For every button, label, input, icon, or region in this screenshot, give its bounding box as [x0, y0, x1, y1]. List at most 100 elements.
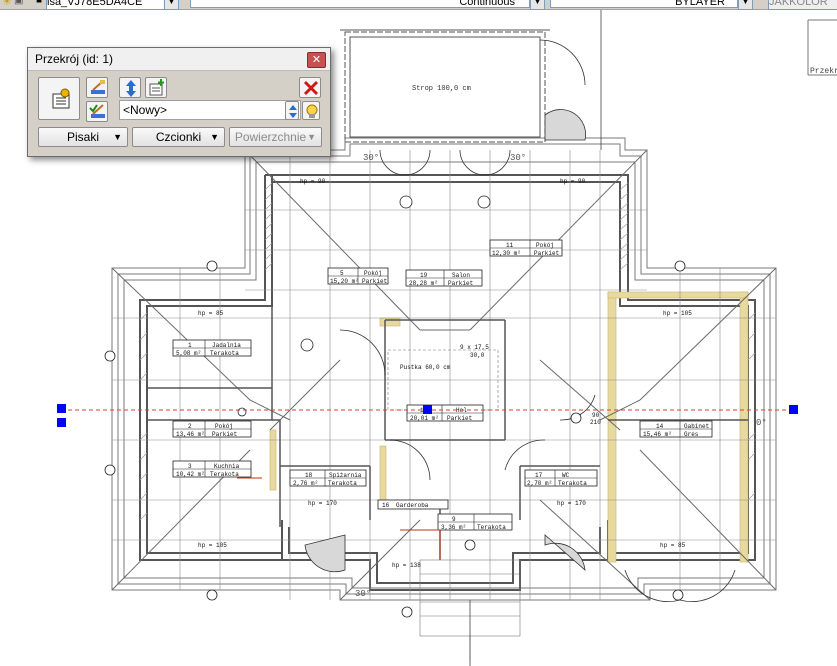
- layer2-value: BYLAYER: [675, 0, 725, 8]
- room-19-name: Salon: [452, 272, 470, 279]
- layer-field[interactable]: isa_VJ78E5DA4CE: [46, 0, 166, 10]
- surfaces-label: Powierzchnie: [234, 130, 307, 144]
- hp-label-mid1: hp = 170: [308, 500, 337, 507]
- section-name-combo[interactable]: <Nowy>: [119, 100, 301, 120]
- room-11-area: 12,30 m²: [492, 250, 521, 257]
- room-11-num: 11: [506, 242, 514, 249]
- linetype-field[interactable]: Continuous: [190, 0, 530, 8]
- lightbulb-icon: [306, 104, 318, 118]
- fonts-label: Czcionki: [155, 130, 202, 144]
- room-18-name: Spiżarnia: [329, 472, 362, 479]
- room-3-floor: Terakota: [210, 471, 239, 478]
- add-section-button[interactable]: [145, 77, 167, 98]
- neighbour-view-label: Przekr: [810, 67, 837, 76]
- linetype-dropdown-button[interactable]: ▼: [530, 0, 545, 10]
- top-toolbar: ☀ ▣ ■ isa_VJ78E5DA4CE ▼ Continuous ▼ BYL…: [0, 0, 837, 10]
- layer-icon[interactable]: ▣: [14, 0, 23, 6]
- section-panel-title: Przekrój (id: 1): [35, 52, 114, 66]
- layer-dropdown-button[interactable]: ▼: [164, 0, 179, 10]
- hp-label-bottom: hp = 138: [392, 562, 421, 569]
- room-hol-area: 20,01 m²: [410, 415, 439, 422]
- room-18-area: 2,76 m²: [293, 480, 318, 487]
- move-up-down-button[interactable]: [119, 77, 141, 98]
- grip-right[interactable]: [789, 405, 798, 414]
- room-14-name: Gabinet: [684, 423, 709, 430]
- grip-left-top[interactable]: [57, 404, 66, 413]
- layer2-field[interactable]: BYLAYER: [550, 0, 738, 8]
- stairs-label-2: 30,0: [470, 352, 485, 359]
- surfaces-dropdown[interactable]: Powierzchnie ▼: [229, 127, 322, 147]
- roof-hips: [111, 149, 777, 601]
- room-tag-boxes: [172, 239, 713, 531]
- room-3-num: 3: [188, 463, 192, 470]
- hp-label-br: hp = 85: [660, 542, 686, 549]
- room-1-floor: Terakota: [210, 350, 239, 357]
- hp-label-right: hp = 105: [663, 310, 692, 317]
- room-9-floor: Terakota: [477, 524, 506, 531]
- stairs-label: 9 x 17,5: [460, 344, 489, 351]
- section-settings-icon: [52, 88, 70, 109]
- room-1-area: 5,08 m²: [176, 350, 201, 357]
- sun-icon[interactable]: ☀: [2, 0, 12, 8]
- layer3-field[interactable]: JAKKOLOR: [768, 0, 837, 10]
- door-dim-1: 90: [592, 412, 600, 419]
- room-19-area: 28,28 m²: [409, 280, 438, 287]
- layer-color-icon[interactable]: ■: [36, 0, 42, 6]
- brush-icon: [91, 80, 105, 94]
- section-panel-titlebar[interactable]: Przekrój (id: 1) ✕: [28, 48, 330, 71]
- fonts-chevron-icon: ▼: [210, 132, 219, 142]
- room-5-name: Pokój: [364, 270, 382, 277]
- room-11-floor: Parkiet: [534, 250, 559, 257]
- angle-tl: 30°: [363, 153, 379, 163]
- brush-check-icon: [89, 104, 105, 118]
- delete-icon: [303, 80, 319, 96]
- door-dim-2: 210: [590, 419, 601, 426]
- room-3-area: 10,42 m²: [176, 471, 205, 478]
- grip-left-bottom[interactable]: [57, 418, 66, 427]
- brush-button-2[interactable]: [86, 101, 108, 122]
- room-18-floor: Terakota: [328, 480, 357, 487]
- linetype-value: Continuous: [459, 0, 515, 8]
- pens-label: Pisaki: [66, 130, 99, 144]
- lightbulb-button[interactable]: [302, 101, 320, 120]
- grip-middle[interactable]: [423, 405, 432, 414]
- room-2-floor: Parkiet: [212, 431, 237, 438]
- section-settings-button[interactable]: [38, 77, 80, 120]
- hp-label-1: hp = 90: [300, 178, 326, 185]
- room-9-area: 3,36 m²: [441, 524, 466, 531]
- name-stepper-button[interactable]: [285, 101, 299, 120]
- room-17-floor: Terakota: [558, 480, 587, 487]
- layer2-dropdown-button[interactable]: ▼: [738, 0, 753, 10]
- section-panel: Przekrój (id: 1) ✕ <Nowy> Pisaki ▼ Czcio…: [27, 47, 331, 157]
- delete-section-button[interactable]: [299, 77, 321, 98]
- pens-dropdown[interactable]: Pisaki ▼: [38, 127, 128, 147]
- room-19-floor: Parkiet: [448, 280, 473, 287]
- room-2-area: 13,46 m²: [176, 431, 205, 438]
- surfaces-chevron-icon: ▼: [307, 132, 316, 142]
- room-19-num: 19: [420, 272, 428, 279]
- void-label: Pustka 60,0 cm: [400, 364, 451, 371]
- section-name-value: <Nowy>: [123, 103, 168, 117]
- room-2-name: Pokój: [215, 423, 233, 430]
- brush-button-1[interactable]: [86, 77, 108, 98]
- hp-label-mid2: hp = 170: [557, 500, 586, 507]
- room-18-num: 18: [305, 472, 313, 479]
- room-5-area: 15,20 m²: [330, 278, 359, 285]
- room-1-num: 1: [188, 342, 192, 349]
- hp-label-2: hp = 90: [560, 178, 586, 185]
- add-section-icon: [149, 79, 164, 96]
- panel-close-button[interactable]: ✕: [307, 52, 326, 68]
- room-14-area: 15,46 m²: [643, 431, 672, 438]
- room-14-num: 14: [656, 423, 664, 430]
- room-17-name: WC: [562, 472, 570, 479]
- room-9-num: 9: [452, 516, 456, 523]
- room-17-area: 2,70 m²: [527, 480, 552, 487]
- room-2-num: 2: [188, 423, 192, 430]
- hp-label-left: hp = 85: [198, 310, 224, 317]
- angle-r: 0°: [756, 418, 767, 428]
- stepper-icon: [289, 105, 297, 118]
- room-16-name: Garderoba: [396, 502, 429, 509]
- fonts-dropdown[interactable]: Czcionki ▼: [132, 127, 225, 147]
- room-16-num: 16: [382, 502, 390, 509]
- room-11-name: Pokój: [536, 242, 554, 249]
